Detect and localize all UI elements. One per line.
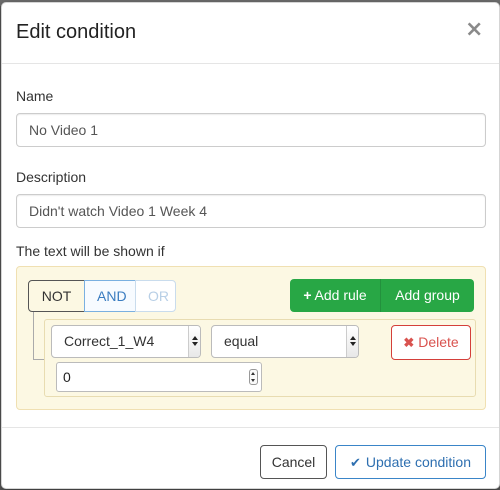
close-icon[interactable]: × (465, 18, 483, 42)
delete-label: Delete (418, 334, 459, 350)
number-spinner-icon[interactable] (249, 369, 258, 385)
description-label: Description (16, 169, 87, 185)
add-group-button[interactable]: Add group (381, 279, 474, 312)
rule-operator-select[interactable]: equal (211, 325, 359, 358)
times-icon: ✖ (403, 335, 415, 350)
dialog-footer: Cancel ✔ Update condition (2, 427, 499, 490)
update-condition-button[interactable]: ✔ Update condition (335, 445, 486, 479)
query-builder: NOT AND OR + Add rule Add group Correct_1… (16, 266, 486, 410)
description-input[interactable] (16, 194, 486, 228)
rule-field-select[interactable]: Correct_1_W4 (51, 325, 201, 358)
rule-field-value: Correct_1_W4 (64, 333, 155, 349)
edit-condition-dialog: Edit condition × Name Description The te… (1, 2, 500, 489)
plus-icon: + (303, 287, 312, 303)
name-label: Name (16, 88, 54, 104)
rule-value-text: 0 (63, 369, 71, 385)
rule-operator-value: equal (224, 333, 259, 349)
dialog-title: Edit condition (16, 21, 137, 43)
rule-row: Correct_1_W4 equal ✖ Delete 0 (44, 319, 476, 397)
or-toggle-button[interactable]: OR (135, 280, 176, 312)
rule-value-input[interactable]: 0 (56, 362, 262, 392)
select-arrows-icon (346, 326, 358, 357)
dialog-header: Edit condition × (2, 3, 499, 64)
update-condition-label: Update condition (365, 453, 471, 470)
condition-toggle-group: NOT AND OR (28, 280, 176, 312)
add-rule-label: Add rule (314, 287, 367, 303)
not-toggle-button[interactable]: NOT (28, 280, 85, 312)
shown-if-label: The text will be shown if (16, 243, 165, 259)
rule-tree-connector (33, 312, 44, 360)
check-icon: ✔ (350, 455, 361, 471)
add-rule-button[interactable]: + Add rule (290, 279, 381, 312)
name-input[interactable] (16, 113, 486, 147)
cancel-button[interactable]: Cancel (260, 445, 327, 479)
select-arrows-icon (188, 326, 200, 357)
and-toggle-button[interactable]: AND (84, 280, 136, 312)
add-buttons-group: + Add rule Add group (290, 279, 474, 312)
delete-rule-button[interactable]: ✖ Delete (391, 325, 471, 360)
